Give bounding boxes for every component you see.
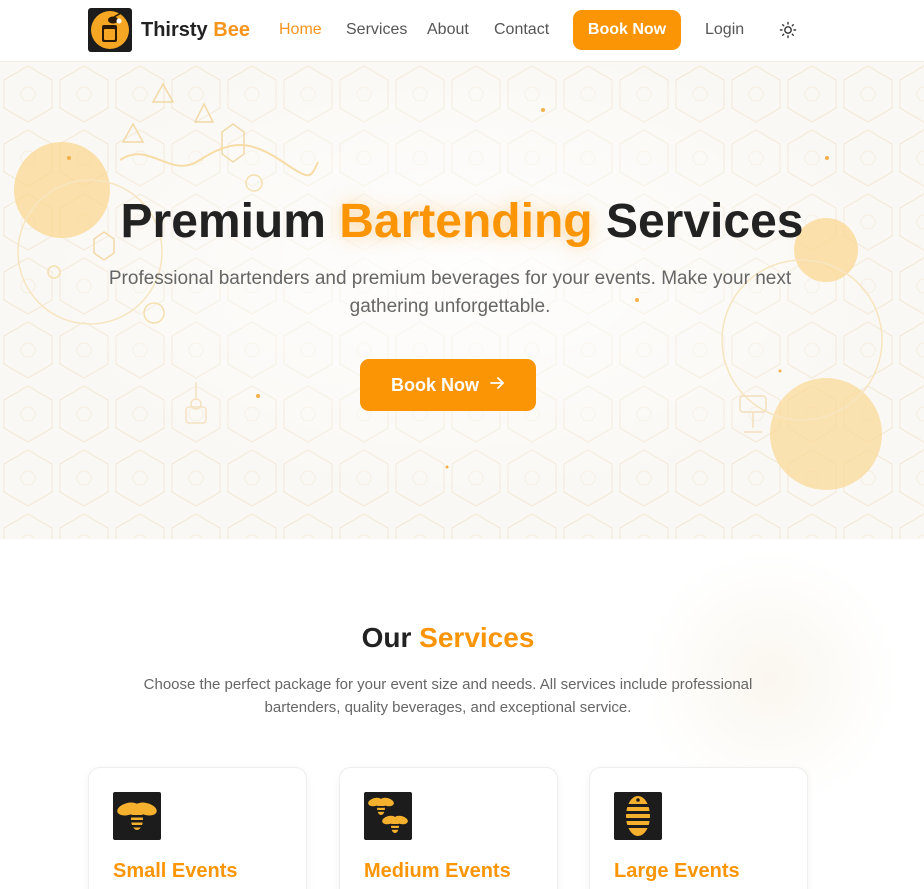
single-bee-icon <box>113 792 161 840</box>
hero-book-now-button[interactable]: Book Now <box>360 359 536 411</box>
hero-section: Premium Bartending Services Professional… <box>0 62 924 539</box>
brand-name[interactable]: Thirsty Bee <box>141 19 250 42</box>
nav-link-services[interactable]: Services <box>346 21 407 39</box>
service-card-title: Large Events <box>614 860 740 882</box>
hero-subtitle: Professional bartenders and premium beve… <box>108 268 792 317</box>
services-section: Our Services Choose the perfect package … <box>0 539 924 889</box>
services-title: Our Services <box>0 622 896 654</box>
nav-book-now-button[interactable]: Book Now <box>573 10 681 50</box>
hero-book-now-label: Book Now <box>391 374 479 395</box>
hero-title-before: Premium <box>120 195 326 248</box>
arrow-right-icon <box>489 375 505 396</box>
nav-link-login[interactable]: Login <box>705 21 744 39</box>
service-card-title: Small Events <box>113 860 238 882</box>
hero-title-accent: Bartending <box>339 195 593 248</box>
service-card-small[interactable]: Small Events <box>88 767 307 889</box>
beehive-icon <box>614 792 662 840</box>
navbar: Thirsty Bee Home Services About Contact … <box>0 0 924 62</box>
nav-link-home[interactable]: Home <box>279 21 322 39</box>
nav-link-contact[interactable]: Contact <box>494 21 549 39</box>
brand-accent: Bee <box>213 19 250 41</box>
hero-title-after: Services <box>605 195 804 248</box>
service-card-title: Medium Events <box>364 860 511 882</box>
two-bees-icon <box>364 792 412 840</box>
services-description: Choose the perfect package for your even… <box>143 676 753 716</box>
nav-link-about[interactable]: About <box>427 21 469 39</box>
service-card-large[interactable]: Large Events <box>589 767 808 889</box>
logo-icon[interactable] <box>88 8 132 52</box>
brand-main: Thirsty <box>141 19 208 41</box>
sun-icon[interactable] <box>778 20 798 40</box>
services-title-accent: Services <box>419 622 535 653</box>
service-card-medium[interactable]: Medium Events <box>339 767 558 889</box>
services-title-before: Our <box>361 622 412 653</box>
hero-title: Premium Bartending Services <box>0 194 924 249</box>
